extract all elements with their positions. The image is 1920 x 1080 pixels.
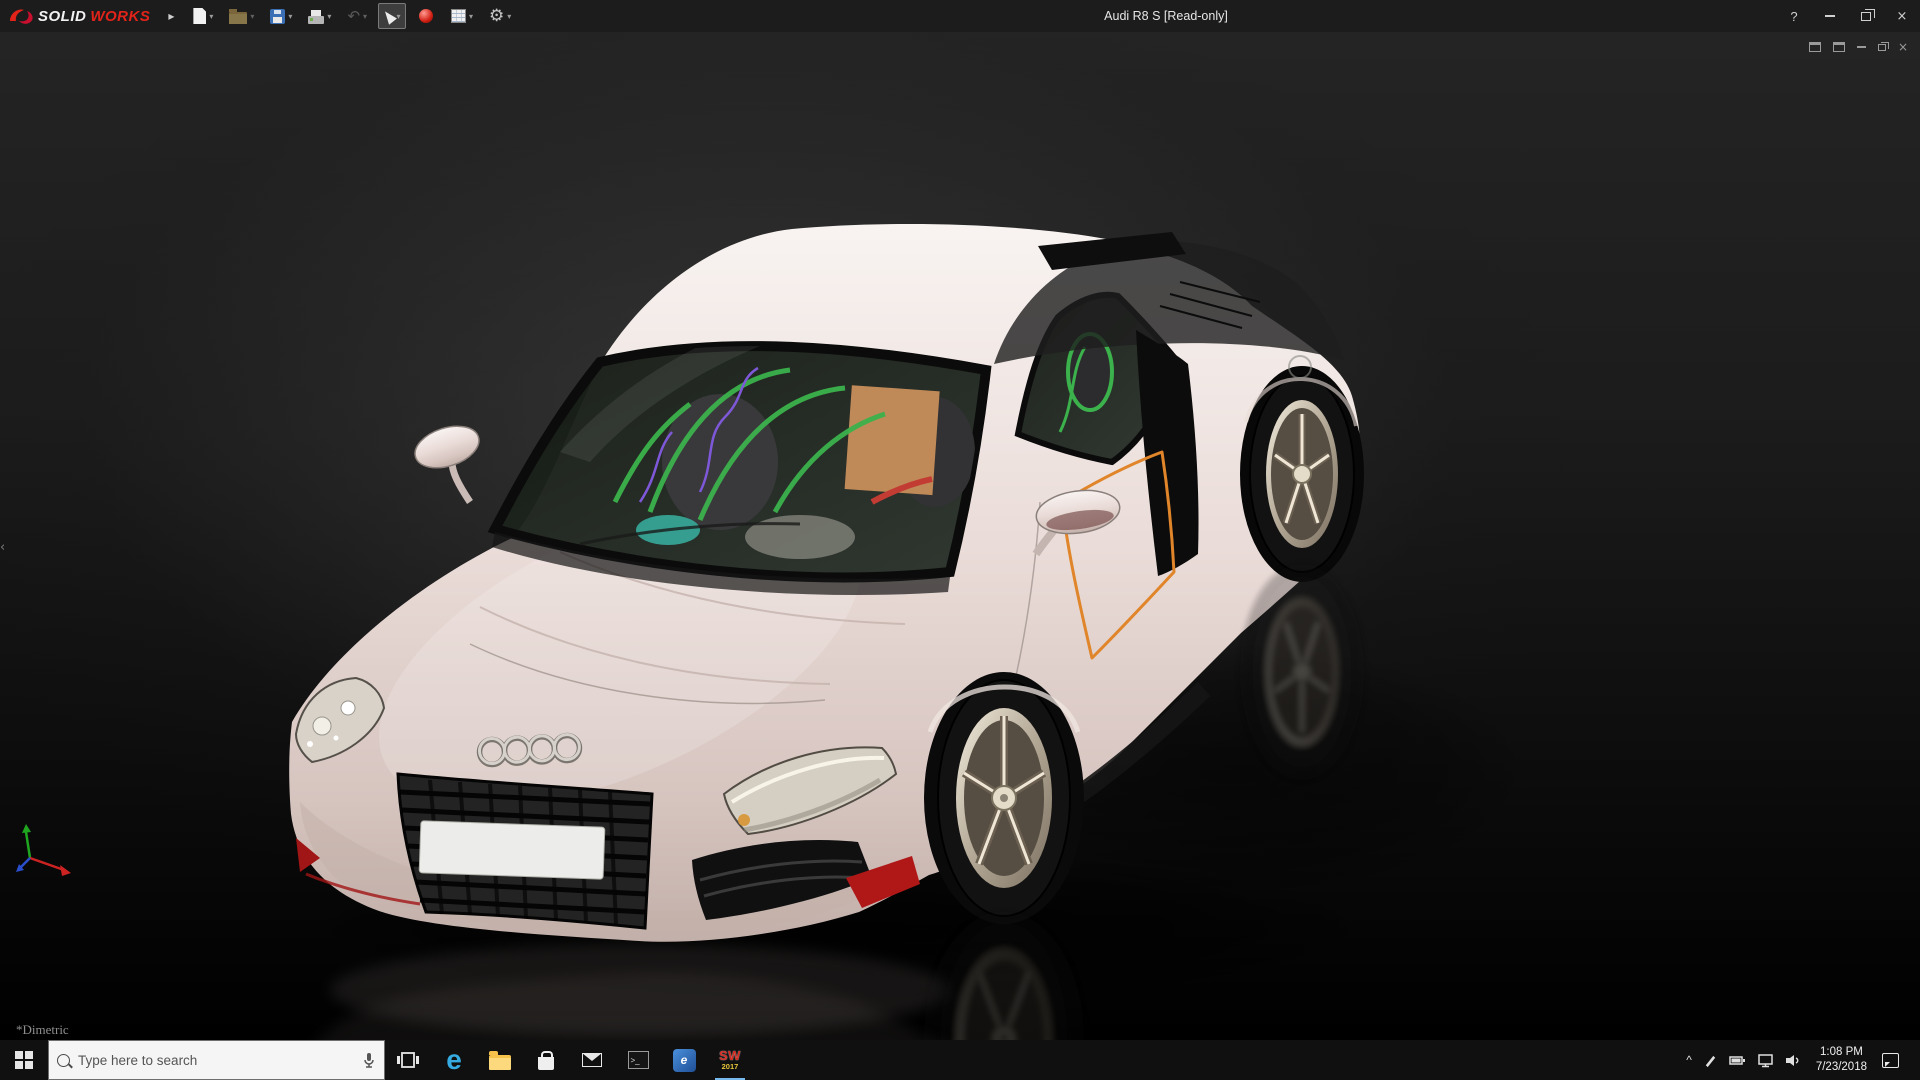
system-tray: ^ 1:08 PM 7/23/2018 [1686,1040,1920,1080]
doc-restore-button[interactable] [1878,44,1886,51]
pane-collapse-tab[interactable]: ‹ [0,532,12,562]
appearance-ball-icon [419,9,433,23]
solidworks-logo: SOLIDWORKS [0,7,160,25]
doc-window-icon[interactable] [1809,42,1821,52]
action-center-icon [1882,1053,1899,1068]
design-table-button[interactable]: ▾ [446,3,478,29]
network-icon[interactable] [1757,1053,1774,1068]
edrawings-icon: e [673,1049,696,1072]
doc-window-icon-2[interactable] [1833,42,1845,52]
minimize-icon [1825,15,1835,17]
microphone-icon[interactable] [362,1052,376,1069]
windows-logo-icon [15,1051,33,1069]
print-button[interactable]: ▾ [303,3,336,29]
battery-icon[interactable] [1729,1053,1746,1068]
solidworks-2017-icon: SW 2017 [719,1049,741,1071]
console-icon: >_ [628,1051,649,1069]
printer-icon [308,16,324,24]
taskbar-clock[interactable]: 1:08 PM 7/23/2018 [1812,1045,1871,1075]
search-input[interactable] [78,1053,354,1068]
graphics-viewport[interactable]: × ‹ [0,32,1920,1040]
undo-button[interactable]: ↶ ▾ [342,3,372,29]
start-button[interactable] [0,1040,48,1080]
mail-envelope-icon [582,1053,602,1067]
edge-browser-button[interactable]: e [431,1040,477,1080]
minimize-button[interactable] [1812,0,1848,32]
solidworks-2017-button[interactable]: SW 2017 [707,1040,753,1080]
taskbar-search[interactable] [48,1040,385,1080]
gear-icon: ⚙ [489,8,504,25]
license-plate [419,821,605,879]
windows-taskbar: e >_ e SW 2017 ^ [0,1040,1920,1080]
edge-icon: e [446,1046,462,1074]
new-document-icon [193,8,206,24]
file-explorer-button[interactable] [477,1040,523,1080]
task-view-icon [397,1050,419,1070]
edrawings-app-button[interactable]: e [661,1040,707,1080]
doc-minimize-button[interactable] [1857,46,1866,48]
mail-button[interactable] [569,1040,615,1080]
view-orientation-label: *Dimetric [16,1022,69,1038]
open-document-button[interactable]: ▾ [224,3,259,29]
pen-icon[interactable] [1703,1053,1718,1068]
front-wheel [924,672,1084,924]
orientation-triad [12,820,82,880]
restore-icon [1861,12,1871,21]
window-controls: ? × [1776,0,1920,32]
action-center-button[interactable] [1882,1053,1899,1068]
3d-model-audi-r8[interactable] [0,32,1920,1040]
options-button[interactable]: ⚙ ▾ [484,3,516,29]
clock-time: 1:08 PM [1820,1045,1863,1060]
design-table-icon [451,9,466,23]
save-button[interactable]: ▾ [265,3,297,29]
search-icon [57,1054,70,1067]
brand-solid: SOLID [38,8,86,25]
volume-icon[interactable] [1785,1053,1801,1068]
task-view-button[interactable] [385,1040,431,1080]
open-folder-icon [229,12,247,24]
document-title: Audi R8 S [Read-only] [1104,0,1228,32]
undo-icon: ↶ [347,9,360,24]
select-tool-button[interactable]: ▾ [378,3,406,29]
help-button[interactable]: ? [1776,0,1812,32]
quick-access-toolbar: ▾ ▾ ▾ ▾ ↶ ▾ ▾ ▾ ⚙ ▾ [188,3,516,29]
save-floppy-icon [270,9,285,24]
toolbar-expand-arrow[interactable]: ▸ [160,9,182,23]
appearance-button[interactable] [412,3,440,29]
store-bag-icon [538,1057,554,1070]
new-document-button[interactable]: ▾ [188,3,218,29]
titlebar: SOLIDWORKS ▸ ▾ ▾ ▾ ▾ ↶ ▾ ▾ [0,0,1920,32]
file-explorer-icon [489,1055,511,1070]
clock-date: 7/23/2018 [1816,1060,1867,1075]
doc-close-button[interactable]: × [1898,40,1908,54]
restore-button[interactable] [1848,0,1884,32]
store-button[interactable] [523,1040,569,1080]
document-window-controls: × [1809,40,1908,54]
close-button[interactable]: × [1884,0,1920,32]
ds-logo-icon [8,7,34,25]
select-cursor-icon [381,8,397,24]
hidden-icons-chevron[interactable]: ^ [1686,1053,1692,1067]
console-app-button[interactable]: >_ [615,1040,661,1080]
brand-works: WORKS [90,8,150,25]
